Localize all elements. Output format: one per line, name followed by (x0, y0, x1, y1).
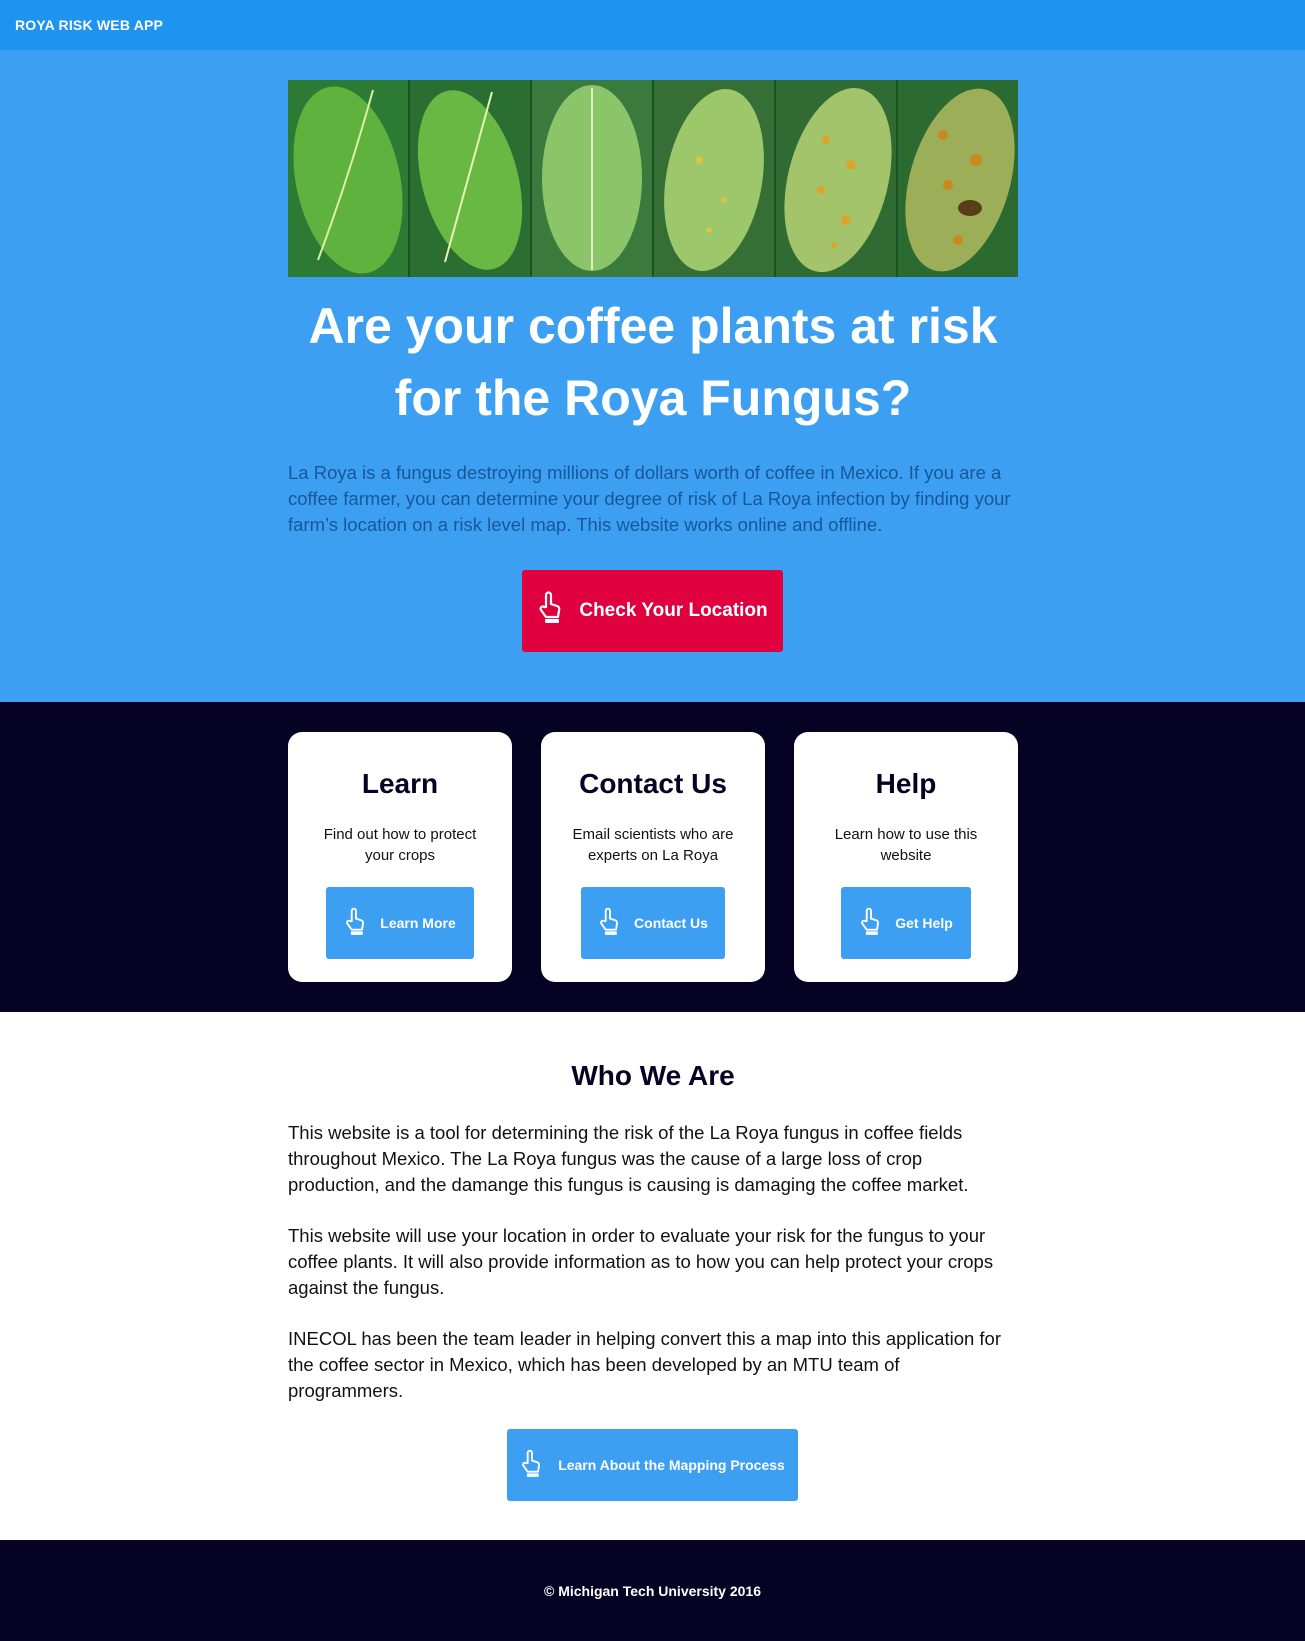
who-we-are-section: Who We Are This website is a tool for de… (0, 1012, 1305, 1540)
card-description: Learn how to use this website (834, 826, 978, 864)
learn-more-button[interactable]: Learn More (326, 887, 474, 959)
who-paragraph-3: INECOL has been the team leader in helpi… (288, 1328, 1001, 1401)
hero-description: La Roya is a fungus destroying millions … (288, 462, 1011, 535)
pointing-hand-icon (598, 907, 622, 940)
leaf-panel-1 (288, 80, 410, 277)
hero-section: Are your coffee plants at risk for the R… (0, 50, 1305, 702)
top-navbar: ROYA RISK WEB APP (0, 0, 1305, 50)
card-description: Find out how to protect your crops (323, 826, 477, 864)
contact-us-label: Contact Us (634, 915, 708, 931)
copyright-text: © Michigan Tech University 2016 (543, 1582, 762, 1599)
get-help-button[interactable]: Get Help (841, 887, 971, 959)
card-title: Learn (361, 768, 439, 799)
footer: © Michigan Tech University 2016 (0, 1540, 1305, 1641)
leaf-panel-2 (410, 80, 532, 277)
contact-us-button[interactable]: Contact Us (581, 887, 725, 959)
who-we-are-title: Who We Are (571, 1060, 735, 1091)
card-title: Contact Us (579, 768, 727, 799)
learn-more-label: Learn More (380, 915, 456, 931)
who-paragraph-1: This website is a tool for determining t… (288, 1122, 969, 1195)
mapping-process-button[interactable]: Learn About the Mapping Process (507, 1429, 798, 1501)
check-location-button[interactable]: Check Your Location (522, 570, 783, 652)
learn-card: Learn Find out how to protect your crops… (288, 732, 512, 982)
navbar-brand[interactable]: ROYA RISK WEB APP (15, 17, 163, 33)
who-paragraph-2: This website will use your location in o… (288, 1225, 994, 1298)
help-card: Help Learn how to use this website Get H… (794, 732, 1018, 982)
check-location-label: Check Your Location (579, 600, 768, 621)
pointing-hand-icon (344, 907, 368, 940)
coffee-leaves-banner-image (288, 80, 1018, 277)
pointing-hand-icon (520, 1449, 544, 1482)
hero-title: Are your coffee plants at risk for the R… (308, 298, 998, 426)
pointing-hand-icon (859, 907, 883, 940)
pointing-hand-icon (537, 591, 565, 631)
feature-cards-section: Learn Find out how to protect your crops… (0, 702, 1305, 1012)
leaf-panel-5 (776, 80, 898, 277)
leaf-panel-4 (654, 80, 776, 277)
get-help-label: Get Help (895, 915, 953, 931)
mapping-process-label: Learn About the Mapping Process (558, 1457, 785, 1473)
leaf-panel-3 (532, 80, 654, 277)
leaf-panel-6 (898, 80, 1018, 277)
contact-card: Contact Us Email scientists who are expe… (541, 732, 765, 982)
card-description: Email scientists who are experts on La R… (572, 826, 734, 864)
card-title: Help (875, 768, 937, 799)
